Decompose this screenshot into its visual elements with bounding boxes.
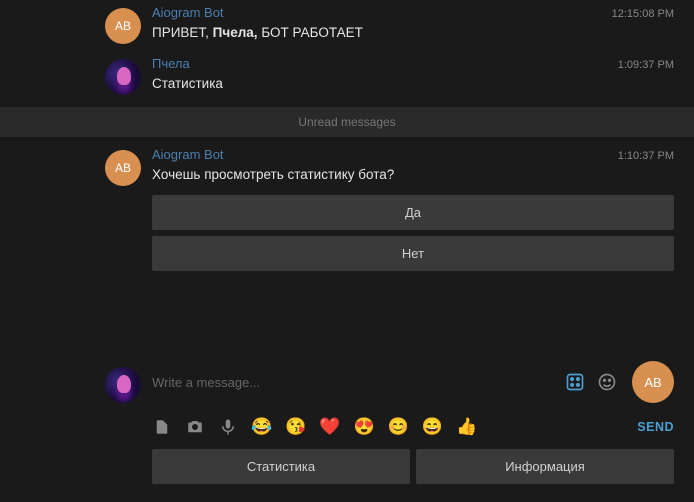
composer: AB 😂 😘 ❤️ 😍 😊 😄 👍 SEND Статистика Информ…: [0, 355, 694, 502]
emoji-quick[interactable]: 😂: [251, 417, 272, 437]
emoji-quick[interactable]: ❤️: [319, 417, 340, 437]
attach-file-icon[interactable]: [152, 417, 172, 437]
emoji-quick[interactable]: 👍: [456, 417, 477, 437]
unread-divider: Unread messages: [0, 107, 694, 137]
message-input[interactable]: [152, 367, 556, 398]
timestamp: 12:15:08 PM: [612, 8, 674, 20]
inline-button-no[interactable]: Нет: [152, 236, 674, 271]
composer-avatar[interactable]: [105, 367, 141, 403]
sender-name[interactable]: Пчела: [152, 56, 190, 71]
message-text: ПРИВЕТ, Пчела, БОТ РАБОТАЕТ: [152, 24, 674, 43]
messages-list: AB Aiogram Bot 12:15:08 PM ПРИВЕТ, Пчела…: [0, 0, 694, 355]
avatar[interactable]: AB: [105, 8, 141, 44]
timestamp: 1:10:37 PM: [618, 150, 674, 162]
emoji-quick[interactable]: 😍: [354, 417, 375, 437]
message-text: Хочешь просмотреть статистику бота?: [152, 166, 674, 185]
keyboard-button-info[interactable]: Информация: [416, 449, 674, 484]
emoji-quick[interactable]: 😄: [422, 417, 443, 437]
message: AB Aiogram Bot 12:15:08 PM ПРИВЕТ, Пчела…: [0, 0, 694, 51]
reply-keyboard: Статистика Информация: [152, 449, 674, 484]
microphone-icon[interactable]: [218, 417, 238, 437]
composer-toolbar: 😂 😘 ❤️ 😍 😊 😄 👍 SEND: [152, 417, 674, 437]
message-text: Статистика: [152, 75, 674, 94]
bot-keyboard-icon[interactable]: [564, 371, 586, 393]
sender-name[interactable]: Aiogram Bot: [152, 5, 224, 20]
preview-avatar[interactable]: AB: [632, 361, 674, 403]
avatar[interactable]: AB: [105, 150, 141, 186]
camera-icon[interactable]: [185, 417, 205, 437]
emoji-quick[interactable]: 😊: [388, 417, 409, 437]
emoji-quick[interactable]: 😘: [285, 417, 306, 437]
timestamp: 1:09:37 PM: [618, 59, 674, 71]
message: AB Aiogram Bot 1:10:37 PM Хочешь просмот…: [0, 142, 694, 285]
chat-window: AB Aiogram Bot 12:15:08 PM ПРИВЕТ, Пчела…: [0, 0, 694, 502]
emoji-picker-icon[interactable]: [596, 371, 618, 393]
sender-name[interactable]: Aiogram Bot: [152, 147, 224, 162]
inline-button-yes[interactable]: Да: [152, 195, 674, 230]
avatar[interactable]: [105, 59, 141, 95]
send-button[interactable]: SEND: [637, 420, 674, 434]
keyboard-button-stats[interactable]: Статистика: [152, 449, 410, 484]
inline-keyboard: Да Нет: [152, 195, 674, 271]
message: Пчела 1:09:37 PM Статистика: [0, 51, 694, 102]
